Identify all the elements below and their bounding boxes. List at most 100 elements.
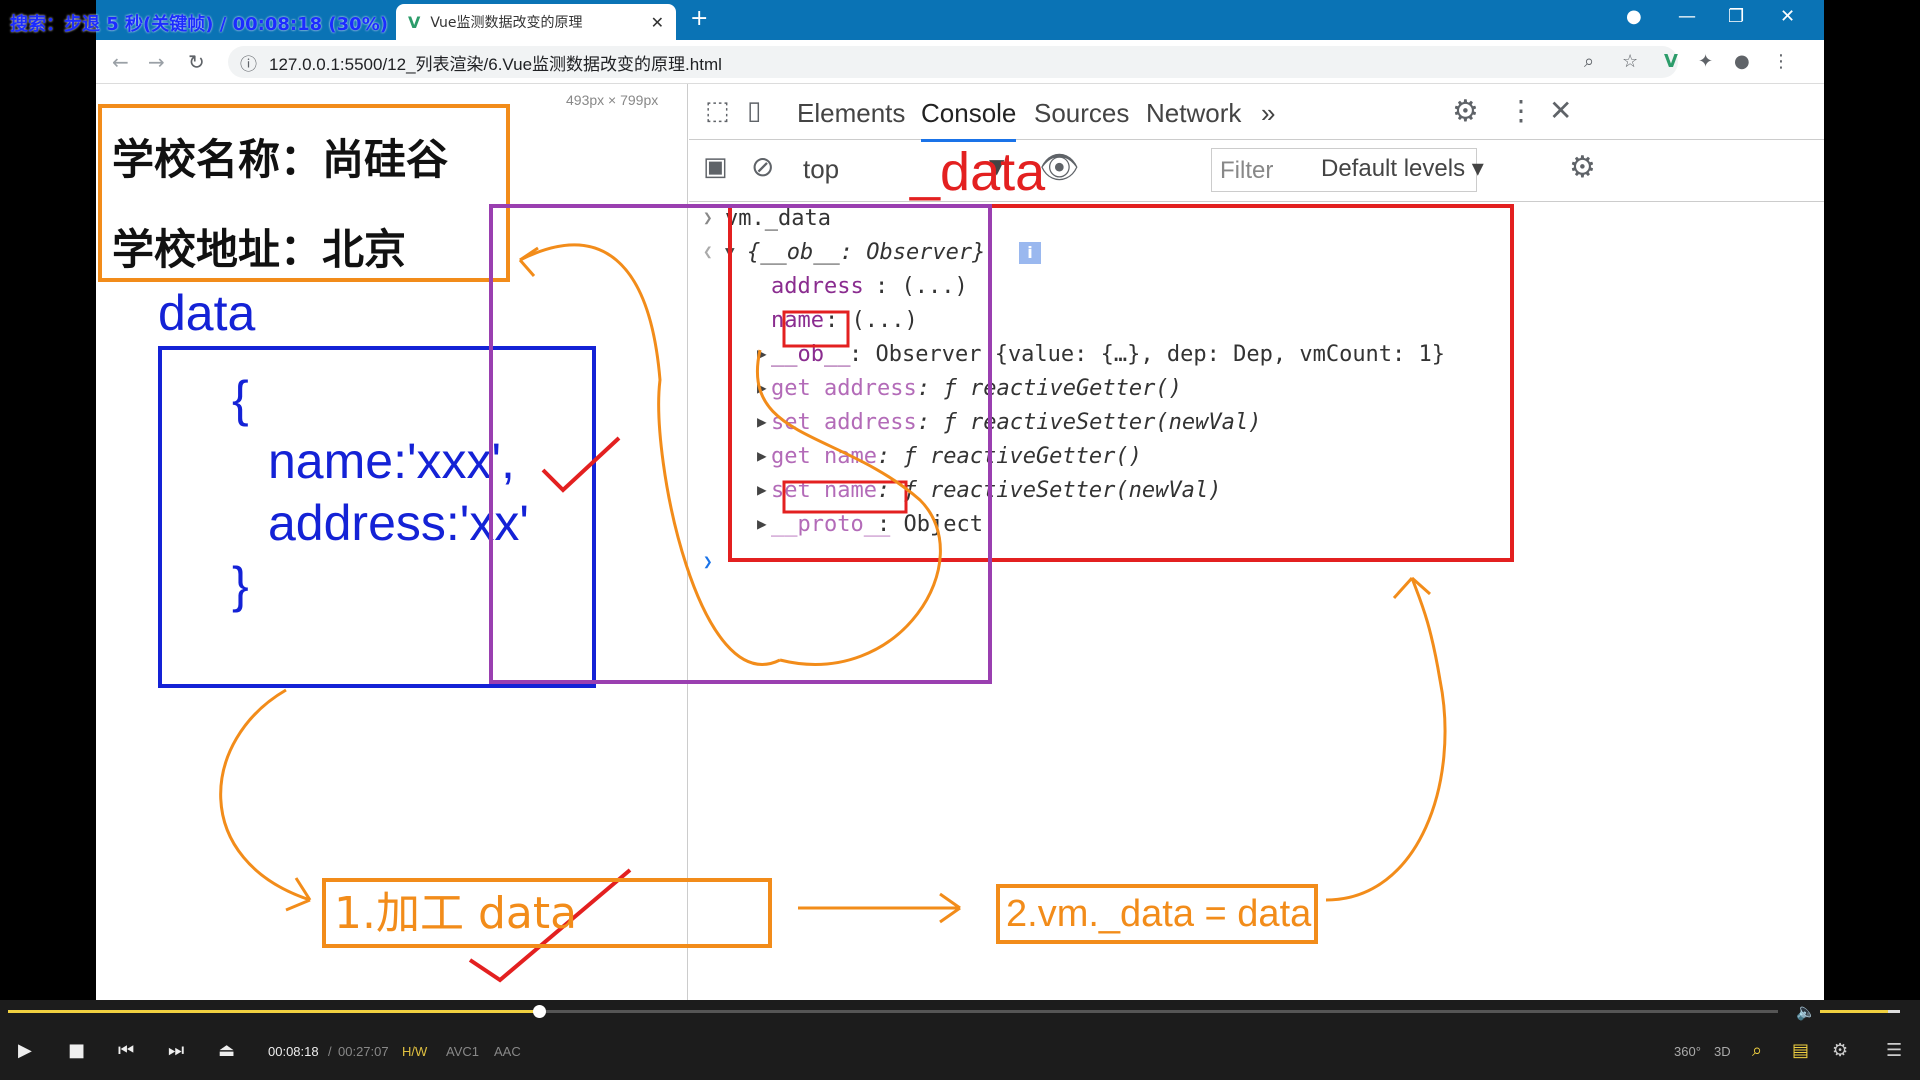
prop-name-value: : (...) [825, 308, 918, 333]
next-icon[interactable]: ⏭ [168, 1040, 184, 1061]
tab-elements[interactable]: Elements [797, 98, 905, 129]
tab-title: Vue监测数据改变的原理 [430, 15, 583, 31]
prop-name-key[interactable]: name [771, 308, 824, 333]
expand-triangle-icon[interactable]: ▼ [725, 242, 735, 261]
previous-icon[interactable]: ⏮ [118, 1040, 134, 1061]
extensions-icon[interactable]: ✦ [1698, 51, 1713, 72]
reload-icon[interactable]: ↻ [188, 50, 205, 74]
time-current: 00:08:18 [268, 1044, 319, 1059]
close-window-button[interactable]: ✕ [1780, 6, 1795, 27]
progress-track[interactable] [8, 1005, 1778, 1018]
time-separator: / [328, 1044, 332, 1059]
url-field[interactable]: ⓘ 127.0.0.1:5500/12_列表渲染/6.Vue监测数据改变的原理.… [228, 46, 1678, 78]
menu-dots-icon[interactable]: ⋮ [1772, 51, 1790, 72]
progress-fill [8, 1010, 539, 1013]
levels-label: Default levels [1321, 155, 1466, 182]
ob-key[interactable]: __ob__ [771, 342, 850, 367]
audio-codec-badge: AAC [494, 1044, 521, 1059]
console-output: ❯ vm._data ❮ ▼ {__ob__: Observer} i addr… [689, 202, 1824, 1002]
prop-address-key[interactable]: address [771, 274, 864, 299]
volume-slider[interactable] [1820, 1010, 1900, 1013]
chevron-down-icon: ▾ [1471, 155, 1484, 182]
inspect-element-icon[interactable]: ⬚ [705, 96, 730, 126]
expand-set-name-icon[interactable]: ▶ [757, 480, 767, 499]
console-input-line: vm._data [725, 206, 831, 231]
playlist-icon[interactable]: ▤ [1792, 1040, 1809, 1061]
stop-icon[interactable]: ■ [68, 1040, 85, 1061]
info-badge-icon[interactable]: i [1019, 242, 1041, 264]
tab-network[interactable]: Network [1146, 98, 1241, 129]
zoom-icon[interactable]: ⌕ [1584, 51, 1594, 72]
play-icon[interactable]: ▶ [18, 1040, 32, 1061]
menu-icon[interactable]: ☰ [1886, 1040, 1902, 1061]
set-address-value: : ƒ reactiveSetter(newVal) [917, 410, 1262, 435]
get-name-key[interactable]: get name [771, 444, 877, 469]
new-tab-button[interactable]: + [690, 6, 708, 31]
device-toolbar-icon[interactable]: ▯ [747, 96, 761, 126]
expand-proto-icon[interactable]: ▶ [757, 514, 767, 533]
video-codec-badge: AVC1 [446, 1044, 479, 1059]
vue-devtools-icon[interactable]: V [1664, 51, 1678, 72]
set-address-key[interactable]: set address [771, 410, 917, 435]
devtools-menu-icon[interactable]: ⋮ [1507, 94, 1535, 127]
get-address-key[interactable]: get address [771, 376, 917, 401]
bookmark-star-icon[interactable]: ☆ [1622, 51, 1638, 72]
eye-icon[interactable]: 👁 [1039, 148, 1080, 186]
media-player-bar: 🔈 ▶ ■ ⏮ ⏭ ⏏ 00:08:18 / 00:27:07 H/W AVC1… [0, 1000, 1920, 1080]
volume-icon[interactable]: 🔈 [1796, 1002, 1816, 1021]
console-settings-gear-icon[interactable]: ⚙ [1569, 150, 1596, 185]
url-text: 127.0.0.1:5500/12_列表渲染/6.Vue监测数据改变的原理.ht… [269, 54, 722, 74]
sidebar-toggle-icon[interactable]: ▣ [703, 152, 728, 182]
clear-console-icon[interactable]: ⊘ [751, 150, 774, 183]
levels-dropdown[interactable]: Default levels ▾ [1321, 154, 1484, 183]
console-prompt-icon[interactable]: ❯ [703, 552, 713, 571]
restore-button[interactable]: ❐ [1728, 6, 1744, 27]
prompt-chevron-icon: ❯ [703, 208, 713, 227]
school-info-box: 学校名称：尚硅谷 学校地址：北京 [98, 104, 510, 282]
prop-address-value: : (...) [875, 274, 968, 299]
context-selector[interactable]: top [803, 154, 839, 185]
more-tabs-button[interactable]: » [1261, 98, 1275, 129]
data-object-box: { name:'xxx', address:'xx' } [158, 346, 596, 688]
school-address: 学校地址：北京 [112, 225, 407, 274]
set-name-value: : ƒ reactiveSetter(newVal) [877, 478, 1222, 503]
set-name-key[interactable]: set name [771, 478, 877, 503]
expand-ob-icon[interactable]: ▶ [757, 344, 767, 363]
profile-dot-icon[interactable]: ● [1626, 6, 1642, 27]
proto-key[interactable]: __proto__ [771, 512, 890, 537]
expand-get-address-icon[interactable]: ▶ [757, 378, 767, 397]
3d-button[interactable]: 3D [1714, 1044, 1731, 1059]
expand-get-name-icon[interactable]: ▶ [757, 446, 767, 465]
vr-360-button[interactable]: 360° [1674, 1044, 1701, 1059]
address-bar: ← → ↻ ⓘ 127.0.0.1:5500/12_列表渲染/6.Vue监测数据… [96, 40, 1824, 84]
object-header[interactable]: {__ob__: Observer} [747, 240, 985, 265]
search-subtitle-icon[interactable]: ⌕ [1752, 1040, 1762, 1061]
console-toolbar: ▣ ⊘ top ▼ 👁 Filter Default levels ▾ ⚙ [689, 140, 1824, 202]
close-devtools-icon[interactable]: ✕ [1549, 94, 1572, 127]
close-tab-icon[interactable]: ✕ [651, 13, 664, 32]
settings-gear-icon[interactable]: ⚙ [1452, 94, 1479, 129]
context-dropdown-icon[interactable]: ▼ [989, 154, 1004, 178]
time-total: 00:27:07 [338, 1044, 389, 1059]
profile-avatar-icon[interactable]: ● [1734, 51, 1750, 72]
browser-window: V Vue监测数据改变的原理 ✕ + ● — ❐ ✕ ← → ↻ ⓘ 127.0… [96, 0, 1824, 1000]
volume-fill [1820, 1010, 1888, 1013]
devtools-tabbar: ⬚ ▯ Elements Console Sources Network » ⚙… [689, 84, 1824, 142]
get-address-value: : ƒ reactiveGetter() [917, 376, 1182, 401]
expand-set-address-icon[interactable]: ▶ [757, 412, 767, 431]
minimize-button[interactable]: — [1678, 6, 1696, 27]
hw-badge[interactable]: H/W [402, 1044, 427, 1059]
progress-handle[interactable] [533, 1005, 546, 1018]
forward-arrow-icon[interactable]: → [148, 50, 165, 74]
vue-favicon-icon: V [408, 12, 421, 32]
tab-console[interactable]: Console [921, 98, 1017, 142]
eject-icon[interactable]: ⏏ [218, 1040, 235, 1061]
settings-icon[interactable]: ⚙ [1832, 1040, 1848, 1061]
screen: V Vue监测数据改变的原理 ✕ + ● — ❐ ✕ ← → ↻ ⓘ 127.0… [0, 0, 1920, 1080]
page-content: 学校名称：尚硅谷 学校地址：北京 data { name:'xxx', addr… [96, 84, 688, 1000]
back-arrow-icon[interactable]: ← [112, 50, 129, 74]
tab-sources[interactable]: Sources [1034, 98, 1129, 129]
code-address-line: address:'xx' [268, 495, 529, 551]
browser-tab[interactable]: V Vue监测数据改变的原理 ✕ [396, 4, 676, 40]
info-icon: ⓘ [240, 54, 257, 74]
